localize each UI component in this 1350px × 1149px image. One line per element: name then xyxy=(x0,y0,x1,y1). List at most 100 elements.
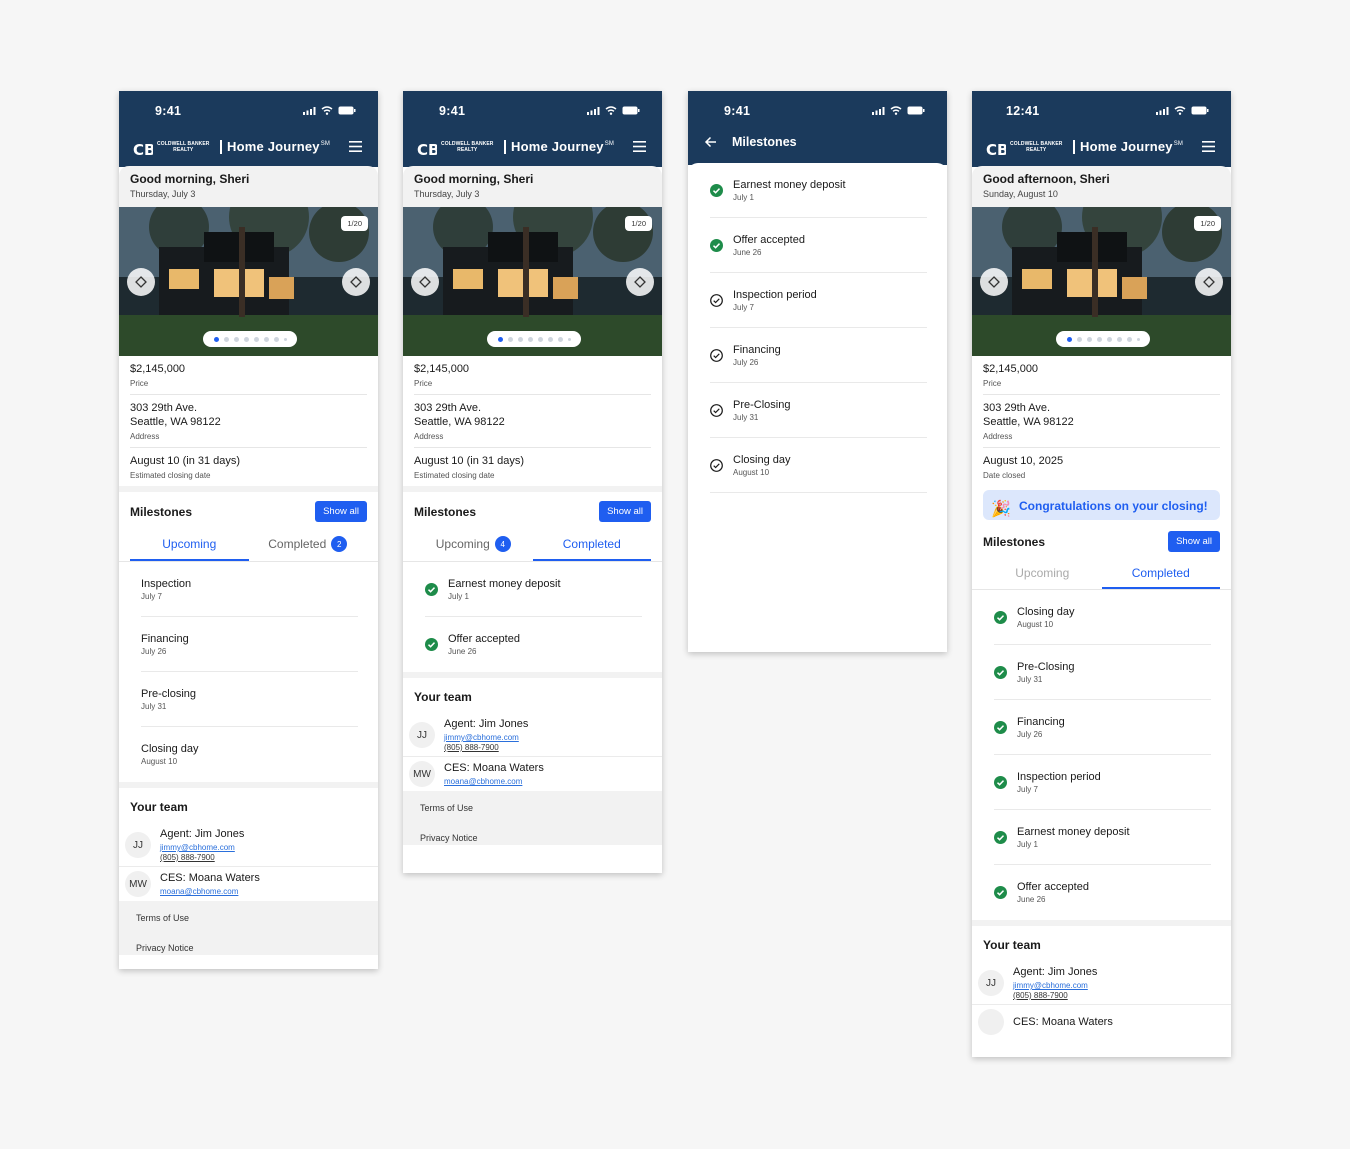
list-item[interactable]: Offer accepted June 26 xyxy=(425,617,642,672)
check-circle-filled-icon xyxy=(710,238,723,252)
diamond-icon xyxy=(419,276,431,288)
brand-name: COLDWELL BANKER REALTY xyxy=(157,141,210,153)
list-item[interactable]: Earnest money deposit July 1 xyxy=(994,810,1211,865)
privacy-link[interactable]: Privacy Notice xyxy=(136,943,361,953)
status-icons xyxy=(1156,106,1209,115)
list-item[interactable]: Inspection period July 7 xyxy=(710,273,927,328)
check-circle-outline-icon xyxy=(710,293,723,307)
carousel-dots[interactable] xyxy=(203,331,297,347)
top-bar: 9:41 Milestones xyxy=(688,91,947,165)
milestone-list: Closing day August 10 Pre-Closing July 31 … xyxy=(972,590,1231,920)
property-photo-carousel[interactable]: 1/20 xyxy=(119,207,378,356)
list-item[interactable]: Financing July 26 xyxy=(994,700,1211,755)
show-all-button[interactable]: Show all xyxy=(599,501,651,522)
list-item[interactable]: Earnest money deposit July 1 xyxy=(710,163,927,218)
property-info: $2,145,000 Price 303 29th Ave. Seattle, WA… xyxy=(403,356,662,486)
status-icons xyxy=(872,106,925,115)
top-bar: 9:41 CB COLDWELL BANKER REALTY Home Journ… xyxy=(403,91,662,167)
list-item[interactable]: Inspection period July 7 xyxy=(994,755,1211,810)
check-circle-filled-icon xyxy=(994,720,1007,734)
show-all-button[interactable]: Show all xyxy=(315,501,367,522)
milestones-header: Milestones Show all xyxy=(119,492,378,528)
status-time: 9:41 xyxy=(155,104,182,118)
list-item[interactable]: Offer accepted June 26 xyxy=(994,865,1211,920)
hamburger-menu-icon[interactable] xyxy=(633,141,646,152)
carousel-prev-button[interactable] xyxy=(127,268,155,296)
terms-link[interactable]: Terms of Use xyxy=(420,803,645,813)
cb-logo-icon: CB xyxy=(986,141,1006,159)
tab-upcoming[interactable]: Upcoming xyxy=(130,528,249,561)
list-item[interactable]: Earnest money deposit July 1 xyxy=(425,562,642,617)
svg-text:CB: CB xyxy=(133,141,153,159)
congrats-banner: 🎉 Congratulations on your closing! xyxy=(983,490,1220,520)
list-item[interactable]: Inspection July 7 xyxy=(141,562,358,617)
signal-icon xyxy=(587,106,600,115)
tab-upcoming[interactable]: Upcoming xyxy=(983,558,1102,589)
email-link[interactable]: moana@cbhome.com xyxy=(444,777,544,786)
cb-logo-icon: CB xyxy=(133,141,153,159)
closing-row: August 10, 2025 Date closed xyxy=(983,455,1064,480)
email-link[interactable]: jimmy@cbhome.com xyxy=(444,733,528,742)
property-photo-carousel[interactable]: 1/20 xyxy=(403,207,662,356)
team-title: Your team xyxy=(983,938,1041,952)
screen-completed: 9:41 CB COLDWELL BANKER REALTY Home Journ… xyxy=(403,91,662,873)
party-popper-icon: 🎉 xyxy=(991,501,1011,518)
carousel-dots[interactable] xyxy=(487,331,581,347)
phone-link[interactable]: (805) 888-7900 xyxy=(444,743,528,752)
app-header: CB COLDWELL BANKER REALTY Home JourneySM xyxy=(403,129,662,167)
status-time: 12:41 xyxy=(1006,104,1040,118)
email-link[interactable]: moana@cbhome.com xyxy=(160,887,260,896)
email-link[interactable]: jimmy@cbhome.com xyxy=(160,843,244,852)
list-item[interactable]: Financing July 26 xyxy=(710,328,927,383)
phone-link[interactable]: (805) 888-7900 xyxy=(160,853,244,862)
phone-link[interactable]: (805) 888-7900 xyxy=(1013,991,1097,1000)
wifi-icon xyxy=(1174,106,1186,115)
avatar: JJ xyxy=(409,722,435,748)
brand-divider xyxy=(220,140,222,154)
tab-completed[interactable]: Completed 2 xyxy=(249,528,368,561)
status-bar: 12:41 xyxy=(972,91,1231,129)
hamburger-menu-icon[interactable] xyxy=(1202,141,1215,152)
carousel-next-button[interactable] xyxy=(626,268,654,296)
avatar: MW xyxy=(125,871,151,897)
check-circle-outline-icon xyxy=(710,458,723,472)
status-icons xyxy=(587,106,640,115)
list-item[interactable]: Closing day August 10 xyxy=(994,590,1211,645)
team-member: CES: Moana Waters xyxy=(972,1005,1231,1039)
check-circle-filled-icon xyxy=(710,183,723,197)
list-item[interactable]: Financing July 26 xyxy=(141,617,358,672)
carousel-prev-button[interactable] xyxy=(980,268,1008,296)
carousel-next-button[interactable] xyxy=(342,268,370,296)
list-item[interactable]: Offer accepted June 26 xyxy=(710,218,927,273)
list-item[interactable]: Closing day August 10 xyxy=(710,438,927,493)
privacy-link[interactable]: Privacy Notice xyxy=(420,833,645,843)
list-item[interactable]: Closing day August 10 xyxy=(141,727,358,782)
tab-completed[interactable]: Completed xyxy=(1101,558,1220,589)
milestone-tabs: Upcoming Completed xyxy=(972,558,1231,590)
list-item[interactable]: Pre-closing July 31 xyxy=(141,672,358,727)
email-link[interactable]: jimmy@cbhome.com xyxy=(1013,981,1097,990)
terms-link[interactable]: Terms of Use xyxy=(136,913,361,923)
team-member: MW CES: Moana Waters moana@cbhome.com xyxy=(403,757,662,791)
brand-name: COLDWELL BANKER REALTY xyxy=(1010,141,1063,153)
svg-text:CB: CB xyxy=(986,141,1006,159)
milestones-nav-bar: Milestones xyxy=(688,129,947,161)
team-section: Your team JJ Agent: Jim Jones jimmy@cbhom… xyxy=(119,788,378,901)
tab-upcoming[interactable]: Upcoming 4 xyxy=(414,528,533,561)
show-all-button[interactable]: Show all xyxy=(1168,531,1220,552)
property-photo-carousel[interactable]: 1/20 xyxy=(972,207,1231,356)
hamburger-menu-icon[interactable] xyxy=(349,141,362,152)
milestones-header: Milestones Show all xyxy=(403,492,662,528)
carousel-next-button[interactable] xyxy=(1195,268,1223,296)
list-item[interactable]: Pre-Closing July 31 xyxy=(994,645,1211,700)
carousel-dots[interactable] xyxy=(1056,331,1150,347)
greeting-section: Good morning, Sheri Thursday, July 3 xyxy=(119,166,378,207)
status-bar: 9:41 xyxy=(403,91,662,129)
tab-completed[interactable]: Completed xyxy=(532,528,651,561)
app-header: CB COLDWELL BANKER REALTY Home JourneySM xyxy=(119,129,378,167)
team-member: JJ Agent: Jim Jones jimmy@cbhome.com (805)… xyxy=(403,714,662,757)
list-item[interactable]: Pre-Closing July 31 xyxy=(710,383,927,438)
back-arrow-icon[interactable] xyxy=(704,136,717,148)
carousel-prev-button[interactable] xyxy=(411,268,439,296)
signal-icon xyxy=(303,106,316,115)
